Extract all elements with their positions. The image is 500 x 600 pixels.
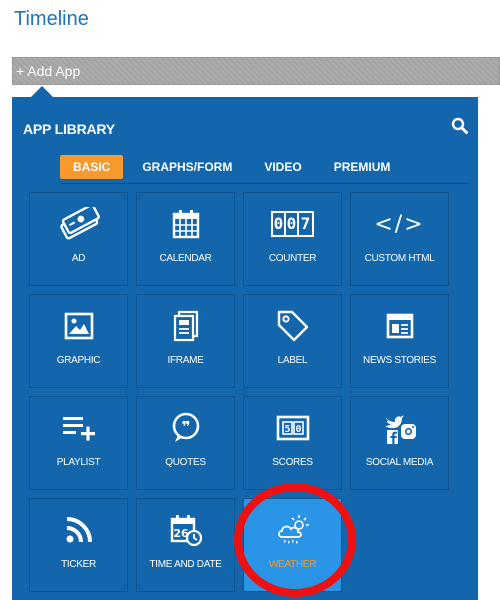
app-label: CALENDAR (159, 253, 212, 264)
app-tile-graphic[interactable]: GRAPHIC (29, 294, 128, 388)
tab-basic[interactable]: BASIC (60, 155, 124, 179)
code-icon: </> (374, 211, 425, 237)
app-label: SOCIAL MEDIA (365, 457, 434, 468)
svg-text:❞: ❞ (181, 418, 190, 436)
app-label: WEATHER (268, 559, 317, 570)
library-tabs: BASIC GRAPHS/FORM VIDEO PREMIUM (60, 155, 409, 179)
calendar-icon (137, 205, 234, 243)
ad-ticket-icon (30, 205, 127, 243)
app-label: QUOTES (165, 457, 206, 468)
app-tile-social-media[interactable]: SOCIAL MEDIA (350, 396, 449, 490)
app-tile-news-stories[interactable]: NEWS STORIES (350, 294, 449, 388)
playlist-add-icon (30, 409, 127, 447)
app-tile-playlist[interactable]: PLAYLIST (29, 396, 128, 490)
counter-icon: 0 0 7 (244, 205, 341, 243)
app-label: NEWS STORIES (363, 355, 436, 366)
news-icon (351, 307, 448, 345)
app-tile-iframe[interactable]: IFRAME (136, 294, 235, 388)
app-label: AD (71, 253, 86, 264)
panel-caret (31, 86, 53, 97)
app-label: LABEL (277, 355, 308, 366)
add-app-button[interactable]: + Add App (12, 57, 500, 85)
app-label: GRAPHIC (56, 355, 101, 366)
app-tile-ticker[interactable]: TICKER (29, 498, 128, 592)
app-tile-weather[interactable]: WEATHER (243, 498, 342, 592)
app-label: TICKER (61, 559, 96, 570)
quote-bubble-icon: ❞ (137, 409, 234, 447)
calendar-clock-icon: 26 (137, 511, 234, 549)
app-tile-quotes[interactable]: ❞ QUOTES (136, 396, 235, 490)
scoreboard-icon: 5 0 (244, 409, 341, 447)
app-label: COUNTER (268, 253, 317, 264)
social-media-icon (351, 409, 448, 447)
app-tile-label[interactable]: LABEL (243, 294, 342, 388)
app-tile-custom-html[interactable]: </> CUSTOM HTML (350, 192, 449, 286)
app-library-panel: APP LIBRARY BASIC GRAPHS/FORM VIDEO PREM… (12, 97, 478, 600)
app-label: SCORES (272, 457, 313, 468)
tab-video[interactable]: VIDEO (251, 155, 314, 179)
app-tile-time-and-date[interactable]: 26 TIME AND DATE (136, 498, 235, 592)
tab-premium[interactable]: PREMIUM (321, 155, 404, 179)
app-label: CUSTOM HTML (364, 253, 435, 264)
app-tile-ad[interactable]: AD (29, 192, 128, 286)
search-icon[interactable] (451, 117, 469, 135)
svg-text:0: 0 (295, 424, 301, 435)
app-tile-scores[interactable]: 5 0 SCORES (243, 396, 342, 490)
rss-icon (30, 511, 127, 549)
tag-icon (244, 307, 341, 345)
app-tile-counter[interactable]: 0 0 7 COUNTER (243, 192, 342, 286)
page-title: Timeline (14, 8, 89, 30)
cloud-sun-icon (244, 511, 341, 549)
svg-text:5: 5 (284, 424, 290, 435)
app-label: TIME AND DATE (149, 559, 222, 570)
iframe-icon (137, 307, 234, 345)
app-tile-calendar[interactable]: CALENDAR (136, 192, 235, 286)
tab-graphs-form[interactable]: GRAPHS/FORM (129, 155, 245, 179)
picture-icon (30, 307, 127, 345)
library-title: APP LIBRARY (23, 121, 115, 137)
tabs-divider (60, 183, 470, 184)
app-label: PLAYLIST (56, 457, 101, 468)
app-label: IFRAME (167, 355, 204, 366)
